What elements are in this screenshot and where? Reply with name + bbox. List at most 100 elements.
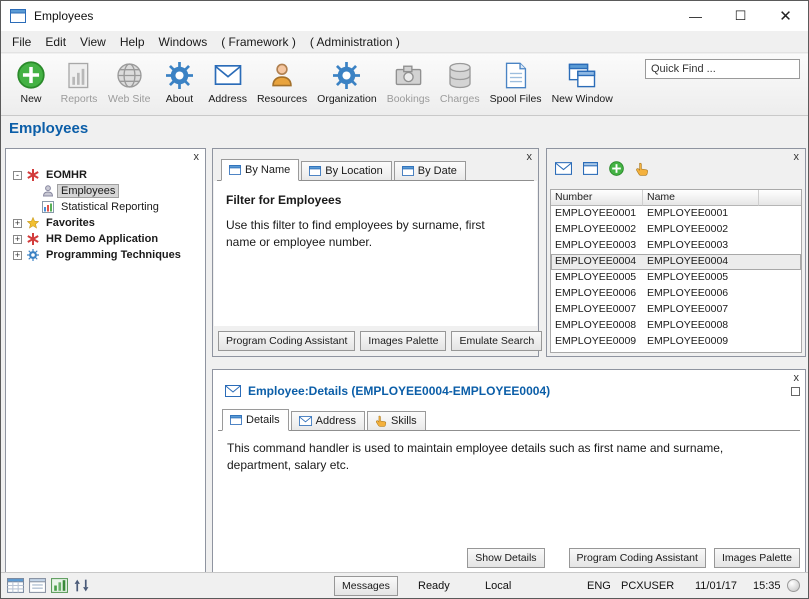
expand-icon[interactable]: + [13, 219, 22, 228]
maximize-button[interactable]: ☐ [718, 1, 763, 31]
toolbar-button-reports[interactable]: Reports [55, 58, 103, 106]
toolbar-button-organization[interactable]: Organization [312, 58, 382, 106]
status-user: PCXUSER [621, 580, 674, 592]
toolbar-button-resources[interactable]: Resources [252, 58, 312, 106]
toolbar-button-address[interactable]: Address [203, 58, 252, 106]
table-row[interactable]: EMPLOYEE0001EMPLOYEE0001 [551, 206, 801, 222]
sort-icon[interactable] [73, 577, 90, 594]
tab-details[interactable]: Details [222, 409, 289, 431]
filter-tabs: By Name By Location By Date [217, 159, 534, 181]
tab-by-date[interactable]: By Date [394, 161, 466, 180]
details-panel-close-icon[interactable]: x [791, 371, 803, 385]
toolbar-button-bookings[interactable]: Bookings [382, 58, 435, 106]
program-coding-assistant-button[interactable]: Program Coding Assistant [569, 548, 706, 568]
emulate-search-button[interactable]: Emulate Search [451, 331, 542, 351]
bar-chart-icon [41, 201, 54, 214]
table-row[interactable]: EMPLOYEE0007EMPLOYEE0007 [551, 302, 801, 318]
hand-icon[interactable] [635, 162, 649, 176]
menu-view[interactable]: View [73, 33, 113, 51]
table-row[interactable]: EMPLOYEE0003EMPLOYEE0003 [551, 238, 801, 254]
tab-by-location[interactable]: By Location [301, 161, 391, 180]
list-toolbar [555, 161, 649, 176]
toolbar-button-website[interactable]: Web Site [103, 58, 155, 106]
table-row[interactable]: EMPLOYEE0008EMPLOYEE0008 [551, 318, 801, 334]
status-indicator-icon [787, 579, 800, 592]
application-icon [26, 169, 39, 182]
column-header-name[interactable]: Name [643, 190, 759, 206]
menu-bar: File Edit View Help Windows ( Framework … [1, 31, 808, 53]
toolbar-button-spoolfiles[interactable]: Spool Files [485, 58, 547, 106]
tree-panel-close-icon[interactable]: x [191, 150, 203, 164]
menu-file[interactable]: File [5, 33, 38, 51]
app-icon [10, 9, 26, 23]
table-row[interactable]: EMPLOYEE0005EMPLOYEE0005 [551, 270, 801, 286]
mail-icon [225, 385, 241, 397]
globe-icon [116, 59, 143, 91]
details-panel-maximize-icon[interactable] [791, 387, 800, 396]
toolbar-button-new[interactable]: New [7, 58, 55, 106]
status-time: 15:35 [753, 580, 781, 592]
collapse-icon[interactable]: - [13, 171, 22, 180]
table-row-selected[interactable]: EMPLOYEE0004EMPLOYEE0004 [551, 254, 801, 270]
window-title: Employees [34, 9, 93, 23]
chart-icon[interactable] [51, 577, 68, 594]
close-button[interactable]: ✕ [763, 1, 808, 31]
tab-by-name[interactable]: By Name [221, 159, 299, 181]
details-panel-title: Employee:Details (EMPLOYEE0004-EMPLOYEE0… [248, 384, 550, 398]
show-details-button[interactable]: Show Details [467, 548, 544, 568]
window-icon [230, 415, 242, 425]
minimize-button[interactable]: — [673, 1, 718, 31]
tree-item-hr-demo-application[interactable]: + HR Demo Application [8, 231, 203, 247]
tree-item-programming-techniques[interactable]: + Programming Techniques [8, 247, 203, 263]
toolbar-button-about[interactable]: About [155, 58, 203, 106]
person-icon [269, 59, 295, 91]
gear-icon [166, 59, 193, 91]
camera-icon [395, 59, 422, 91]
star-icon [26, 217, 39, 230]
filter-panel: x By Name By Location By Date Filter for… [212, 148, 539, 357]
gear-icon [26, 249, 39, 262]
menu-framework[interactable]: ( Framework ) [214, 33, 303, 51]
employee-list-panel: x Number Name EMPLOYEE0001EMPLOYEE0001 E… [546, 148, 806, 357]
page-title: Employees [9, 120, 88, 137]
employee-details-panel: x Employee:Details (EMPLOYEE0004-EMPLOYE… [212, 369, 806, 574]
window-icon [309, 166, 321, 176]
tree-item-statistical-reporting[interactable]: Statistical Reporting [8, 199, 203, 215]
menu-administration[interactable]: ( Administration ) [303, 33, 407, 51]
mail-icon[interactable] [555, 162, 572, 175]
quick-find-input[interactable] [645, 59, 800, 79]
expand-icon[interactable]: + [13, 251, 22, 260]
details-tabs: Details Address Skills [218, 409, 800, 431]
application-icon [26, 233, 39, 246]
list-panel-close-icon[interactable]: x [791, 150, 803, 164]
window-icon[interactable] [583, 162, 598, 175]
tab-address[interactable]: Address [291, 411, 365, 430]
details-description: This command handler is used to maintain… [227, 440, 775, 475]
status-connection: Local [485, 580, 511, 592]
table-header: Number Name [551, 190, 801, 206]
table-row[interactable]: EMPLOYEE0009EMPLOYEE0009 [551, 334, 801, 350]
menu-help[interactable]: Help [113, 33, 152, 51]
toolbar-button-charges[interactable]: Charges [435, 58, 485, 106]
form-icon[interactable] [29, 577, 46, 594]
toolbar-button-newwindow[interactable]: New Window [547, 58, 618, 106]
program-coding-assistant-button[interactable]: Program Coding Assistant [218, 331, 355, 351]
menu-edit[interactable]: Edit [38, 33, 73, 51]
menu-windows[interactable]: Windows [152, 33, 215, 51]
new-plus-icon [17, 59, 45, 91]
table-row[interactable]: EMPLOYEE0006EMPLOYEE0006 [551, 286, 801, 302]
spreadsheet-icon[interactable] [7, 577, 24, 594]
expand-icon[interactable]: + [13, 235, 22, 244]
tab-skills[interactable]: Skills [367, 411, 426, 430]
tree-item-employees[interactable]: Employees [8, 183, 203, 199]
document-icon [505, 59, 527, 91]
status-bar: Messages Ready Local ENG PCXUSER 11/01/1… [1, 572, 808, 598]
images-palette-button[interactable]: Images Palette [360, 331, 446, 351]
column-header-number[interactable]: Number [551, 190, 643, 206]
table-row[interactable]: EMPLOYEE0002EMPLOYEE0002 [551, 222, 801, 238]
messages-button[interactable]: Messages [334, 576, 398, 596]
images-palette-button[interactable]: Images Palette [714, 548, 800, 568]
tree-item-favorites[interactable]: + Favorites [8, 215, 203, 231]
tree-item-eomhr[interactable]: - EOMHR [8, 167, 203, 183]
add-icon[interactable] [609, 161, 624, 176]
